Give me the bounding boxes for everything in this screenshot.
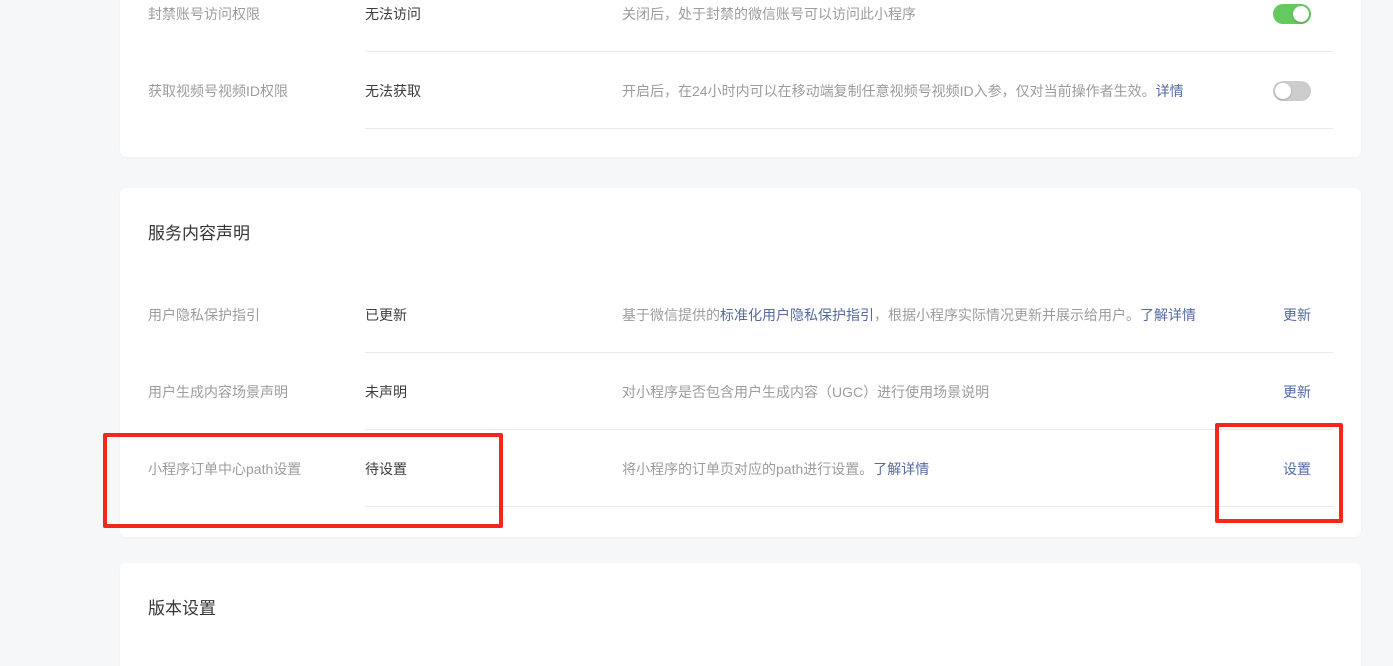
row-status: 待设置: [365, 459, 622, 479]
row-video-id-permission: 获取视频号视频ID权限 无法获取 开启后，在24小时内可以在移动端复制任意视频号…: [120, 52, 1361, 129]
row-status: 未声明: [365, 382, 622, 402]
row-ugc-declaration: 用户生成内容场景声明 未声明 对小程序是否包含用户生成内容（UGC）进行使用场景…: [120, 353, 1361, 430]
row-label: 用户隐私保护指引: [148, 305, 365, 325]
row-description: 关闭后，处于封禁的微信账号可以访问此小程序: [622, 4, 1273, 24]
row-banned-account-access: 封禁账号访问权限 无法访问 关闭后，处于封禁的微信账号可以访问此小程序: [120, 0, 1361, 52]
update-privacy-button[interactable]: 更新: [1283, 305, 1311, 325]
row-label: 封禁账号访问权限: [148, 4, 365, 24]
details-link[interactable]: 详情: [1156, 83, 1184, 99]
settings-page: 封禁账号访问权限 无法访问 关闭后，处于封禁的微信账号可以访问此小程序 获取视频…: [0, 0, 1393, 666]
row-status: 已更新: [365, 305, 622, 325]
description-text: 开启后，在24小时内可以在移动端复制任意视频号视频ID入参，仅对当前操作者生效。: [622, 83, 1156, 99]
row-description: 开启后，在24小时内可以在移动端复制任意视频号视频ID入参，仅对当前操作者生效。…: [622, 81, 1273, 101]
description-text: 将小程序的订单页对应的path进行设置。: [622, 461, 873, 477]
row-status: 无法访问: [365, 4, 622, 24]
description-text: 关闭后，处于封禁的微信账号可以访问此小程序: [622, 6, 916, 22]
service-declaration-card: 服务内容声明 用户隐私保护指引 已更新 基于微信提供的标准化用户隐私保护指引，根…: [120, 188, 1361, 537]
learn-more-link[interactable]: 了解详情: [1140, 307, 1196, 323]
row-label: 小程序订单中心path设置: [148, 459, 365, 479]
row-privacy-guideline: 用户隐私保护指引 已更新 基于微信提供的标准化用户隐私保护指引，根据小程序实际情…: [120, 276, 1361, 353]
learn-more-link[interactable]: 了解详情: [873, 461, 929, 477]
privacy-guideline-link[interactable]: 标准化用户隐私保护指引: [720, 307, 874, 323]
toggle-knob: [1293, 6, 1309, 22]
row-description: 将小程序的订单页对应的path进行设置。了解详情: [622, 459, 1283, 479]
version-settings-card: 版本设置: [120, 563, 1361, 666]
row-description: 对小程序是否包含用户生成内容（UGC）进行使用场景说明: [622, 382, 1283, 402]
update-ugc-button[interactable]: 更新: [1283, 382, 1311, 402]
row-status: 无法获取: [365, 81, 622, 101]
toggle-knob: [1275, 83, 1291, 99]
settings-content: 封禁账号访问权限 无法访问 关闭后，处于封禁的微信账号可以访问此小程序 获取视频…: [120, 0, 1361, 666]
permissions-card: 封禁账号访问权限 无法访问 关闭后，处于封禁的微信账号可以访问此小程序 获取视频…: [120, 0, 1361, 157]
row-label: 获取视频号视频ID权限: [148, 81, 365, 101]
row-order-center-path: 小程序订单中心path设置 待设置 将小程序的订单页对应的path进行设置。了解…: [120, 430, 1361, 507]
description-text: 对小程序是否包含用户生成内容（UGC）进行使用场景说明: [622, 384, 989, 400]
row-label: 用户生成内容场景声明: [148, 382, 365, 402]
version-settings-title: 版本设置: [120, 563, 1361, 651]
banned-account-access-toggle[interactable]: [1273, 4, 1311, 24]
description-text: 基于微信提供的: [622, 307, 720, 323]
description-text: ，根据小程序实际情况更新并展示给用户。: [874, 307, 1140, 323]
service-declaration-title: 服务内容声明: [120, 188, 1361, 276]
video-id-permission-toggle[interactable]: [1273, 81, 1311, 101]
setup-order-path-button[interactable]: 设置: [1283, 459, 1311, 479]
row-description: 基于微信提供的标准化用户隐私保护指引，根据小程序实际情况更新并展示给用户。了解详…: [622, 305, 1283, 325]
